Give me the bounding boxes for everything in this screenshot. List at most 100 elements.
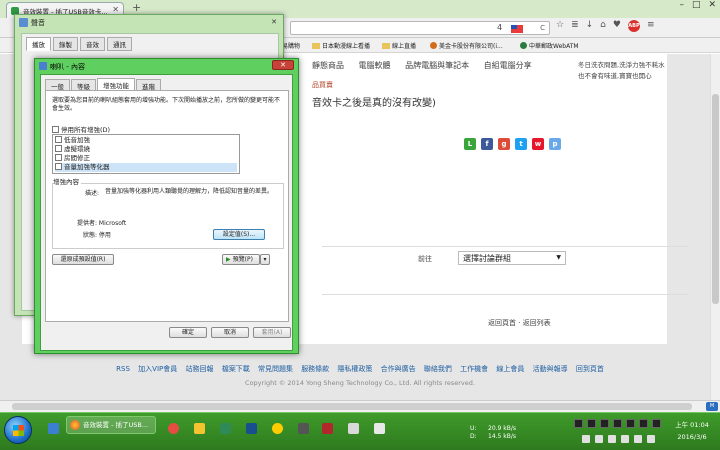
footer-link[interactable]: 回到頁首: [576, 365, 604, 373]
footer-link[interactable]: 常見問題集: [258, 365, 293, 373]
app-icon[interactable]: [374, 423, 385, 434]
scroll-thumb[interactable]: [12, 403, 692, 410]
footer-link[interactable]: 加入VIP會員: [138, 365, 177, 373]
weibo-share-icon[interactable]: w: [532, 138, 544, 150]
reload-icon[interactable]: C: [540, 24, 545, 32]
horizontal-scrollbar[interactable]: M: [0, 400, 720, 412]
settings-button[interactable]: 設定值(S)...: [213, 229, 265, 240]
bookmark-item[interactable]: 中華郵政WebATM: [520, 41, 579, 50]
checkbox[interactable]: [55, 154, 62, 161]
vertical-scrollbar[interactable]: [710, 54, 720, 400]
checkbox[interactable]: [52, 126, 59, 133]
tray-icon[interactable]: [652, 419, 661, 428]
list-item[interactable]: 房間修正: [55, 154, 237, 163]
notification-icon[interactable]: M: [706, 402, 718, 411]
pocket-icon[interactable]: ♥: [613, 20, 621, 32]
back-links[interactable]: 返回頁首 · 返回列表: [488, 318, 551, 328]
footer-link[interactable]: 線上會員: [496, 365, 524, 373]
bookmark-item[interactable]: 美金卡股份有限公司(i...: [430, 41, 503, 50]
app-icon[interactable]: [348, 423, 359, 434]
maximize-icon[interactable]: □: [692, 0, 701, 10]
plurk-share-icon[interactable]: p: [549, 138, 561, 150]
app-icon[interactable]: [322, 423, 333, 434]
app-icon[interactable]: [298, 423, 309, 434]
section-label[interactable]: 品買賣: [312, 80, 333, 90]
list-item[interactable]: 音量加強等化器: [55, 163, 237, 172]
taskbar-firefox-window[interactable]: 音效裝置 - 插了USB...: [66, 416, 156, 434]
facebook-share-icon[interactable]: f: [481, 138, 493, 150]
footer-link[interactable]: 站務回報: [185, 365, 213, 373]
address-bar[interactable]: 4 C: [290, 21, 550, 35]
app-icon[interactable]: [272, 423, 283, 434]
close-button[interactable]: ✕: [272, 60, 294, 70]
network-icon[interactable]: [608, 435, 616, 443]
tray-icon[interactable]: [574, 419, 583, 428]
power-icon[interactable]: [634, 435, 642, 443]
close-icon[interactable]: ✕: [269, 17, 279, 27]
chrome-icon[interactable]: [168, 423, 179, 434]
flag-icon[interactable]: [595, 435, 603, 443]
restore-defaults-button[interactable]: 還原成預設值(R): [52, 254, 114, 265]
enhancements-list[interactable]: 低音加強 虛擬環繞 房間修正 音量加強等化器: [52, 134, 240, 174]
topic-select[interactable]: 選擇討論群組 ▼: [458, 251, 566, 265]
twitter-share-icon[interactable]: t: [515, 138, 527, 150]
category-link[interactable]: 電腦軟體: [359, 61, 391, 70]
close-window-icon[interactable]: ✕: [708, 0, 716, 10]
clock[interactable]: 上午 01:04 2016/3/6: [668, 419, 716, 443]
adblock-icon[interactable]: ABP: [627, 20, 640, 32]
list-item[interactable]: 虛擬環繞: [55, 145, 237, 154]
tray-icon[interactable]: [587, 419, 596, 428]
checkbox[interactable]: [55, 136, 62, 143]
footer-link[interactable]: 工作機會: [460, 365, 488, 373]
folder-icon[interactable]: [194, 423, 205, 434]
bookmarks-icon[interactable]: ≣: [571, 20, 579, 32]
volume-icon[interactable]: [621, 435, 629, 443]
tab-recording[interactable]: 錄製: [53, 37, 78, 51]
tab-communications[interactable]: 通訊: [107, 37, 132, 51]
cancel-button[interactable]: 取消: [211, 327, 249, 338]
close-tab-icon[interactable]: ✕: [112, 5, 119, 14]
category-link[interactable]: 品牌電腦與筆記本: [405, 61, 469, 70]
minimize-icon[interactable]: –: [679, 0, 684, 10]
bookmark-item[interactable]: 日本動漫線上看播: [312, 41, 370, 50]
tray-icon[interactable]: [639, 419, 648, 428]
footer-link[interactable]: 聯絡我們: [424, 365, 452, 373]
app-icon[interactable]: [246, 423, 257, 434]
footer-link[interactable]: RSS: [116, 365, 130, 373]
start-button[interactable]: [4, 416, 32, 444]
tray-icon[interactable]: [626, 419, 635, 428]
footer-link[interactable]: 活動與報導: [533, 365, 568, 373]
ie-icon[interactable]: [48, 423, 59, 434]
google-plus-share-icon[interactable]: g: [498, 138, 510, 150]
menu-icon[interactable]: ≡: [647, 20, 655, 32]
footer-link[interactable]: 隱私權政策: [337, 365, 372, 373]
line-share-icon[interactable]: L: [464, 138, 476, 150]
scroll-thumb[interactable]: [712, 94, 719, 304]
tab-playback[interactable]: 播放: [26, 37, 51, 51]
home-icon[interactable]: ⌂: [600, 20, 606, 32]
footer-link[interactable]: 服務條款: [301, 365, 329, 373]
tray-icon[interactable]: [600, 419, 609, 428]
preview-dropdown-button[interactable]: ▾: [260, 254, 270, 265]
checkbox[interactable]: [55, 163, 62, 170]
ok-button[interactable]: 確定: [169, 327, 207, 338]
category-link[interactable]: 自組電腦分享: [484, 61, 532, 70]
new-tab-icon[interactable]: +: [132, 1, 141, 14]
bluetooth-icon[interactable]: [582, 435, 590, 443]
disable-all-checkbox[interactable]: 停用所有增強(D): [52, 124, 110, 134]
download-icon[interactable]: ↓: [586, 20, 594, 32]
bookmark-item[interactable]: 線上直播: [382, 41, 416, 50]
bookmark-item[interactable]: 易購物: [282, 41, 300, 50]
bookmark-star-icon[interactable]: ☆: [556, 20, 564, 32]
tray-icon[interactable]: [647, 435, 655, 443]
footer-link[interactable]: 檔案下載: [222, 365, 250, 373]
preview-button[interactable]: ▶ 預覽(P): [222, 254, 260, 265]
tray-icon[interactable]: [613, 419, 622, 428]
list-item[interactable]: 低音加強: [55, 136, 237, 145]
apply-button[interactable]: 套用(A): [253, 327, 291, 338]
checkbox[interactable]: [55, 145, 62, 152]
tab-sounds[interactable]: 音效: [80, 37, 105, 51]
footer-link[interactable]: 合作與廣告: [381, 365, 416, 373]
category-link[interactable]: 靜態商品: [312, 61, 344, 70]
app-icon[interactable]: [220, 423, 231, 434]
